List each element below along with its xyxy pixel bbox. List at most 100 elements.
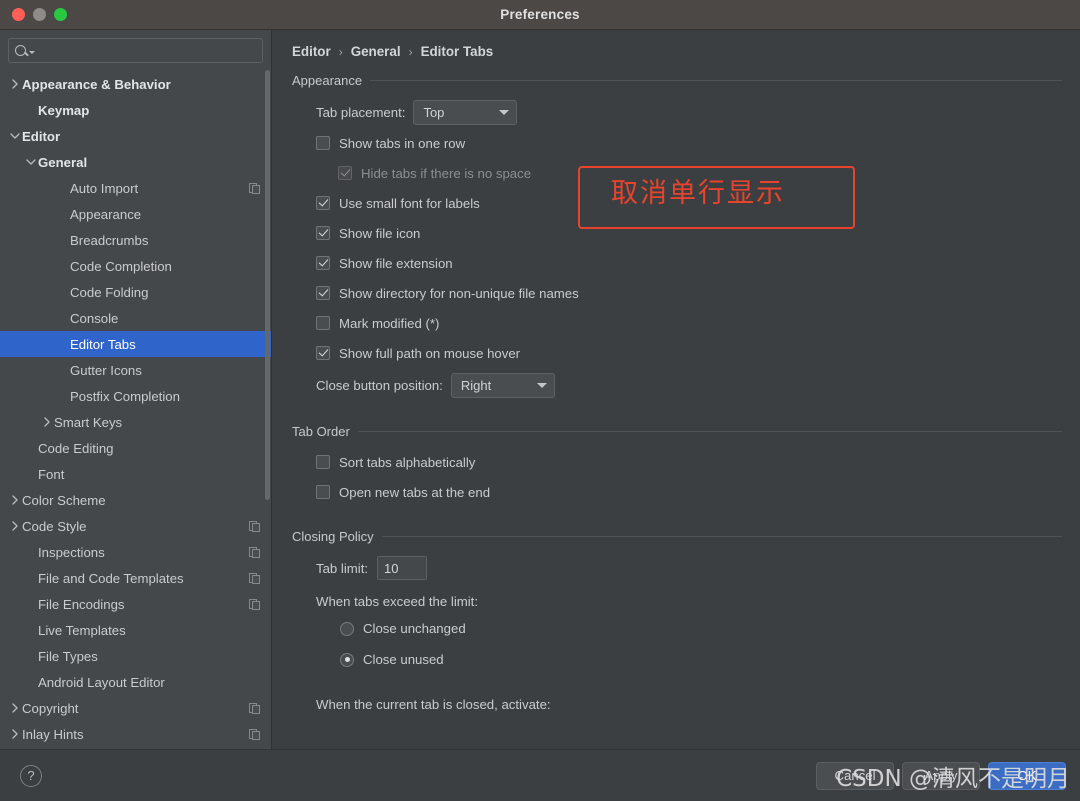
radio-close-unused[interactable] [340,652,354,667]
checkbox-row[interactable]: Show file icon [316,218,1062,248]
chevron-down-icon[interactable] [8,132,22,140]
sidebar-item-font[interactable]: Font [0,461,271,487]
apply-button[interactable]: Apply [902,761,980,790]
checkbox-sort-tabs-alphabetically[interactable] [316,455,330,469]
radio-row[interactable]: Close unchanged [340,613,1062,644]
checkbox-show-directory-for-non-unique-file-names[interactable] [316,286,330,300]
checkbox-open-new-tabs-at-the-end[interactable] [316,485,330,499]
sidebar-item-appearance[interactable]: Appearance [0,201,271,227]
sidebar-item-general[interactable]: General [0,149,271,175]
tab-limit-row: Tab limit: 10 [316,552,1062,584]
sidebar-item-smart-keys[interactable]: Smart Keys [0,409,271,435]
sidebar-item-console[interactable]: Console [0,305,271,331]
appearance-group-body: Tab placement: Top Show tabs in one row H… [292,96,1062,402]
checkbox-show-file-icon[interactable] [316,226,330,240]
checkbox-row[interactable]: Sort tabs alphabetically [316,447,1062,477]
radio-label: Close unchanged [363,621,466,636]
sidebar-item-code-style[interactable]: Code Style [0,513,271,539]
minimize-window-button[interactable] [33,8,46,21]
checkbox-row[interactable]: Mark modified (*) [316,308,1062,338]
exceed-limit-label: When tabs exceed the limit: [316,594,478,609]
sidebar-item-android-layout-editor[interactable]: Android Layout Editor [0,669,271,695]
sidebar-item-label: Breadcrumbs [70,232,149,248]
search-box[interactable] [8,38,263,63]
sidebar-item-live-templates[interactable]: Live Templates [0,617,271,643]
sidebar-item-inlay-hints[interactable]: Inlay Hints [0,721,271,747]
search-icon [15,45,26,56]
help-button[interactable]: ? [20,764,42,787]
copy-icon [249,572,260,584]
sidebar-item-postfix-completion[interactable]: Postfix Completion [0,383,271,409]
copy-settings-icon[interactable] [248,546,261,559]
sidebar-item-code-folding[interactable]: Code Folding [0,279,271,305]
sidebar-item-inspections[interactable]: Inspections [0,539,271,565]
sidebar-item-label: File Encodings [38,596,125,612]
radio-close-unchanged[interactable] [340,621,354,636]
chevron-right-icon[interactable] [8,521,22,531]
checkbox-show-file-extension[interactable] [316,256,330,270]
tab-order-group-header: Tab Order [292,424,1062,439]
checkbox-label: Show directory for non-unique file names [339,285,579,301]
sidebar-item-breadcrumbs[interactable]: Breadcrumbs [0,227,271,253]
tab-limit-input[interactable]: 10 [377,556,428,580]
chevron-right-icon[interactable] [8,703,22,713]
close-button-position-dropdown[interactable]: Right [450,372,555,398]
closing-policy-group-title: Closing Policy [292,529,374,544]
checkbox-mark-modified[interactable] [316,316,330,330]
sidebar-scrollbar[interactable] [265,70,270,500]
checkbox-label: Sort tabs alphabetically [339,454,476,470]
chevron-right-icon[interactable] [8,495,22,505]
checkbox-use-small-font-for-labels[interactable] [316,196,330,210]
tab-placement-value: Top [423,104,445,120]
chevron-right-icon[interactable] [40,417,54,427]
chevron-right-icon[interactable] [8,79,22,89]
chevron-down-icon[interactable] [24,158,38,166]
checkbox-row[interactable]: Show full path on mouse hover [316,338,1062,368]
copy-settings-icon[interactable] [248,728,261,741]
checkbox-label: Open new tabs at the end [339,484,491,500]
sidebar-item-appearance-behavior[interactable]: Appearance & Behavior [0,71,271,97]
close-window-button[interactable] [12,8,25,21]
divider [381,536,1062,537]
breadcrumb-part-1[interactable]: Editor [292,44,331,59]
chevron-right-icon[interactable] [8,729,22,739]
sidebar-item-file-types[interactable]: File Types [0,643,271,669]
search-input[interactable] [35,42,256,59]
checkbox-show-full-path-on-mouse-hover[interactable] [316,346,330,360]
sidebar-item-keymap[interactable]: Keymap [0,97,271,123]
checkbox-show-tabs-in-one-row[interactable] [316,136,330,150]
ok-button[interactable]: OK [988,761,1066,790]
copy-settings-icon[interactable] [248,520,261,533]
checkbox-hide-tabs-if-there-is-no-space [338,166,352,180]
checkbox-row[interactable]: Show directory for non-unique file names [316,278,1062,308]
settings-tree[interactable]: Appearance & Behavior Keymap Editor General… [0,69,271,749]
copy-settings-icon[interactable] [248,598,261,611]
radio-row[interactable]: Close unused [340,644,1062,675]
sidebar-item-label: Console [70,310,119,326]
sidebar-item-gutter-icons[interactable]: Gutter Icons [0,357,271,383]
copy-settings-icon[interactable] [248,702,261,715]
sidebar-item-code-editing[interactable]: Code Editing [0,435,271,461]
sidebar-search-wrap [0,30,271,69]
sidebar-item-editor[interactable]: Editor [0,123,271,149]
tab-placement-dropdown[interactable]: Top [413,99,518,125]
sidebar-item-label: Code Completion [70,258,172,274]
checkbox-row[interactable]: Open new tabs at the end [316,477,1062,507]
cancel-button[interactable]: Cancel [816,761,894,790]
breadcrumb-part-2[interactable]: General [351,44,401,59]
copy-settings-icon[interactable] [248,182,261,195]
sidebar-item-label: Auto Import [70,180,139,196]
sidebar-item-file-encodings[interactable]: File Encodings [0,591,271,617]
sidebar-item-editor-tabs[interactable]: Editor Tabs [0,331,271,357]
checkbox-row[interactable]: Show file extension [316,248,1062,278]
sidebar-item-copyright[interactable]: Copyright [0,695,271,721]
checkbox-row[interactable]: Show tabs in one row [316,128,1062,158]
sidebar-item-auto-import[interactable]: Auto Import [0,175,271,201]
copy-settings-icon[interactable] [248,572,261,585]
sidebar-item-label: Color Scheme [22,492,106,508]
sidebar-item-code-completion[interactable]: Code Completion [0,253,271,279]
sidebar-item-label: Gutter Icons [70,362,142,378]
maximize-window-button[interactable] [54,8,67,21]
sidebar-item-file-and-code-templates[interactable]: File and Code Templates [0,565,271,591]
sidebar-item-color-scheme[interactable]: Color Scheme [0,487,271,513]
